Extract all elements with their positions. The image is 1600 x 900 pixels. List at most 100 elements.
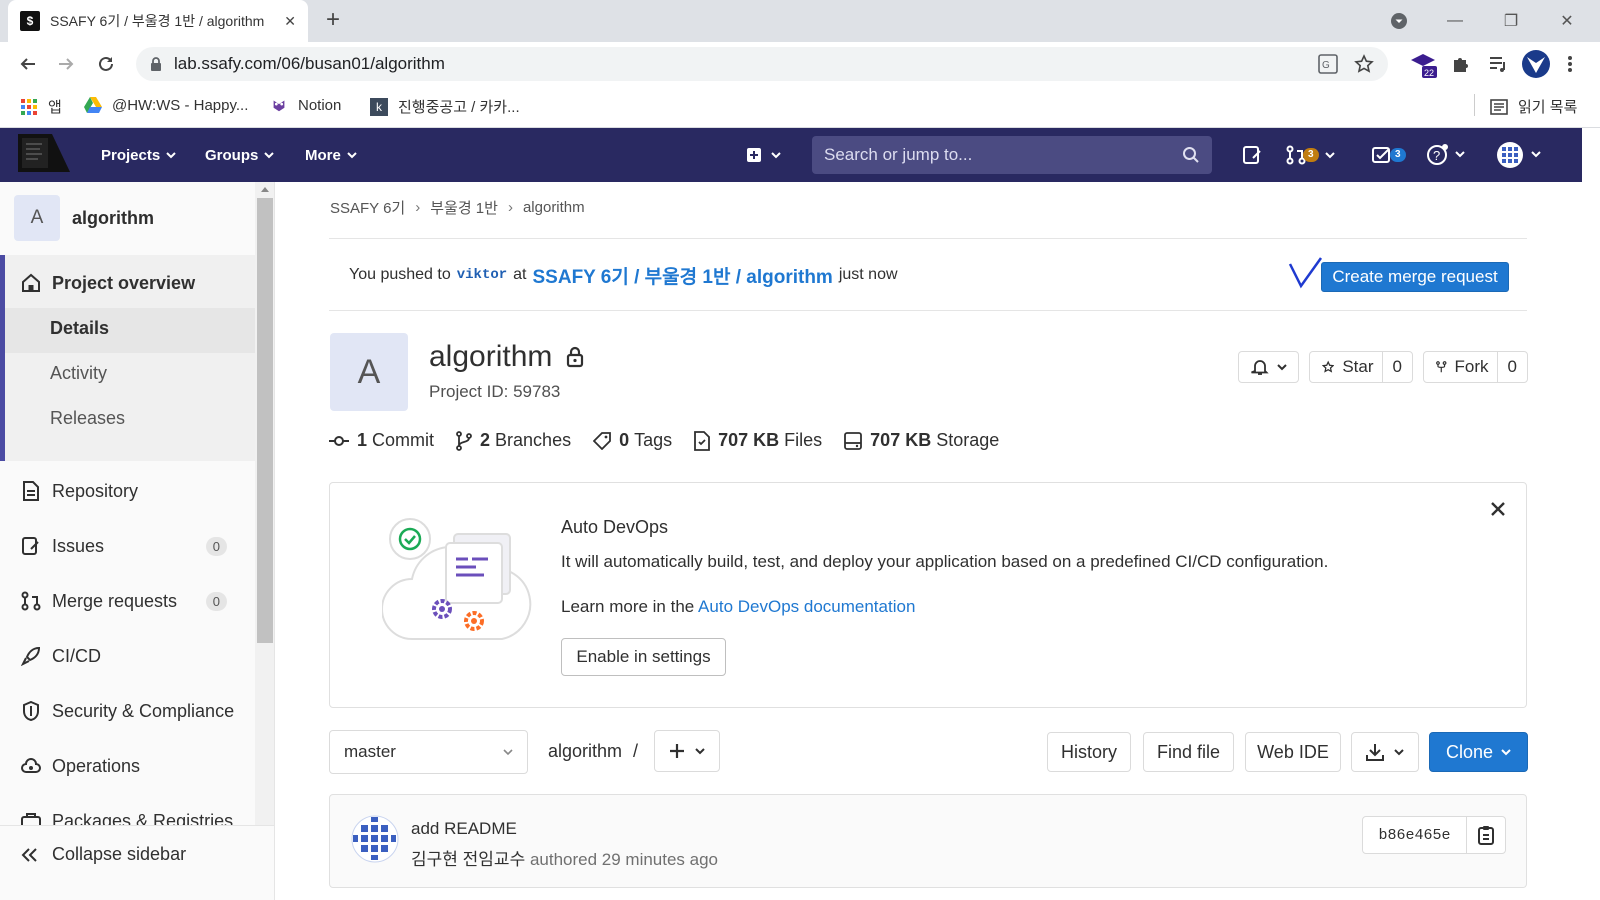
breadcrumb-group[interactable]: SSAFY 6기	[330, 197, 405, 218]
star-count[interactable]: 0	[1381, 352, 1412, 382]
push-path-link[interactable]: SSAFY 6기 / 부울경 1반 / algorithm	[533, 262, 833, 289]
browser-menu-icon[interactable]	[1562, 50, 1578, 78]
push-suffix: just now	[838, 266, 898, 283]
merge-requests-nav[interactable]: 3	[1285, 128, 1335, 182]
stat-files[interactable]: 707 KB Files	[694, 430, 822, 451]
tab-search-icon[interactable]	[1376, 0, 1422, 42]
sidebar-item-operations[interactable]: Operations	[0, 739, 255, 793]
menu-groups[interactable]: Groups	[205, 128, 275, 182]
sidebar-item-label: Issues	[52, 535, 105, 556]
fork-button[interactable]: Fork 0	[1423, 351, 1528, 383]
bookmark-happy[interactable]: @HW:WS - Happy...	[84, 96, 248, 114]
bookmark-apps[interactable]: 앱	[20, 96, 62, 117]
repo-path-root[interactable]: algorithm	[548, 741, 622, 761]
breadcrumb-project[interactable]: algorithm	[523, 199, 585, 216]
back-icon[interactable]	[14, 50, 42, 78]
sidebar-item-label: Project overview	[52, 272, 196, 293]
browser-tab[interactable]: $ SSAFY 6기 / 부울경 1반 / algorithm ✕	[8, 0, 308, 42]
sidebar-item-issues[interactable]: Issues 0	[0, 519, 255, 573]
push-branch[interactable]: viktor	[457, 267, 507, 283]
web-ide-button[interactable]: Web IDE	[1245, 732, 1341, 772]
extension-graduation-icon[interactable]: 22	[1406, 50, 1440, 78]
star-button[interactable]: Star 0	[1309, 351, 1413, 383]
bookmark-star-icon[interactable]	[1354, 54, 1374, 74]
restore-icon[interactable]: ❐	[1488, 0, 1534, 42]
bookmark-notion[interactable]: Notion	[270, 96, 341, 114]
sidebar-item-project-overview[interactable]: Project overview	[0, 258, 255, 308]
sidebar-subitem-activity[interactable]: Activity	[50, 363, 107, 384]
sidebar-scrollbar[interactable]	[255, 182, 274, 842]
address-bar[interactable]: lab.ssafy.com/06/busan01/algorithm G	[136, 47, 1388, 81]
sidebar-item-repository[interactable]: Repository	[0, 464, 255, 518]
branch-name: master	[344, 742, 396, 761]
stat-branches[interactable]: 2 Branches	[456, 430, 571, 451]
sidebar-item-merge-requests[interactable]: Merge requests 0	[0, 574, 255, 628]
extensions-puzzle-icon[interactable]	[1446, 50, 1474, 78]
create-merge-request-button[interactable]: Create merge request	[1321, 262, 1509, 292]
minimize-icon[interactable]: —	[1432, 0, 1478, 42]
sidebar-item-security[interactable]: Security & Compliance	[0, 684, 255, 738]
reload-icon[interactable]	[92, 50, 120, 78]
stat-commits[interactable]: 1 Commit	[329, 430, 434, 451]
window-close-icon[interactable]: ✕	[1544, 0, 1590, 42]
help-dropdown[interactable]: ?	[1426, 128, 1468, 182]
project-avatar: A	[14, 195, 60, 241]
collapse-sidebar-button[interactable]: Collapse sidebar	[0, 825, 274, 883]
menu-more[interactable]: More	[305, 128, 357, 182]
tab-close-icon[interactable]: ✕	[284, 13, 296, 30]
find-file-button[interactable]: Find file	[1143, 732, 1234, 772]
shield-icon	[20, 701, 42, 721]
stat-label: Storage	[936, 430, 1000, 450]
history-button[interactable]: History	[1047, 732, 1131, 772]
branch-selector[interactable]: master	[329, 730, 528, 774]
project-title: algorithm	[429, 340, 584, 374]
sidebar-subitem-details[interactable]: Details	[50, 318, 109, 339]
lock-icon[interactable]	[150, 56, 162, 72]
bookmark-kakao[interactable]: k 진행중공고 / 카카...	[370, 96, 520, 117]
profile-avatar-icon[interactable]	[1520, 50, 1552, 78]
copy-sha-button[interactable]	[1467, 817, 1505, 853]
download-icon	[1366, 744, 1384, 761]
notification-dropdown[interactable]	[1238, 351, 1299, 383]
menu-label: More	[305, 146, 341, 164]
media-queue-icon[interactable]	[1484, 50, 1512, 78]
translate-icon[interactable]: G	[1318, 54, 1338, 74]
new-tab-button[interactable]: +	[326, 8, 340, 32]
sidebar-scroll-thumb[interactable]	[257, 198, 273, 643]
close-icon[interactable]	[1490, 501, 1506, 517]
ssafy-logo[interactable]	[18, 134, 70, 172]
commit-sha[interactable]: b86e465e	[1363, 817, 1467, 853]
branch-icon	[456, 430, 472, 451]
reading-list[interactable]: 읽기 목록	[1490, 96, 1577, 117]
url-text: lab.ssafy.com/06/busan01/algorithm	[174, 54, 445, 73]
kakao-k-icon: k	[370, 97, 388, 116]
bookmark-label: Notion	[298, 96, 342, 114]
download-dropdown[interactable]	[1351, 732, 1419, 772]
fork-count[interactable]: 0	[1496, 352, 1527, 382]
stat-tags[interactable]: 0 Tags	[593, 430, 672, 451]
sidebar-subitem-details-bg	[5, 308, 255, 353]
search-box[interactable]	[812, 136, 1212, 174]
stat-storage[interactable]: 707 KB Storage	[844, 430, 999, 451]
auto-devops-doc-link[interactable]: Auto DevOps documentation	[698, 597, 915, 616]
merge-request-icon	[20, 591, 42, 611]
user-avatar-dropdown[interactable]	[1496, 128, 1546, 182]
clipboard-icon	[1478, 826, 1494, 845]
breadcrumb-subgroup[interactable]: 부울경 1반	[430, 197, 498, 218]
sidebar-item-cicd[interactable]: CI/CD	[0, 629, 255, 683]
todos-nav[interactable]: 3	[1372, 128, 1406, 182]
forward-icon[interactable]	[52, 50, 80, 78]
sidebar-project-header[interactable]: A algorithm	[0, 182, 255, 254]
clone-dropdown[interactable]: Clone	[1429, 732, 1528, 772]
commit-author[interactable]: 김구현 전임교수	[411, 850, 525, 869]
add-to-tree-dropdown[interactable]	[654, 730, 720, 772]
enable-in-settings-button[interactable]: Enable in settings	[561, 638, 726, 676]
sidebar-subitem-releases[interactable]: Releases	[50, 408, 125, 429]
author-avatar-icon[interactable]	[351, 815, 399, 863]
commit-message[interactable]: add README	[411, 819, 517, 839]
search-input[interactable]	[824, 145, 1164, 165]
commit-icon	[329, 435, 349, 446]
issues-nav-icon[interactable]	[1241, 128, 1263, 182]
menu-projects[interactable]: Projects	[101, 128, 176, 182]
new-item-dropdown[interactable]	[746, 128, 784, 182]
